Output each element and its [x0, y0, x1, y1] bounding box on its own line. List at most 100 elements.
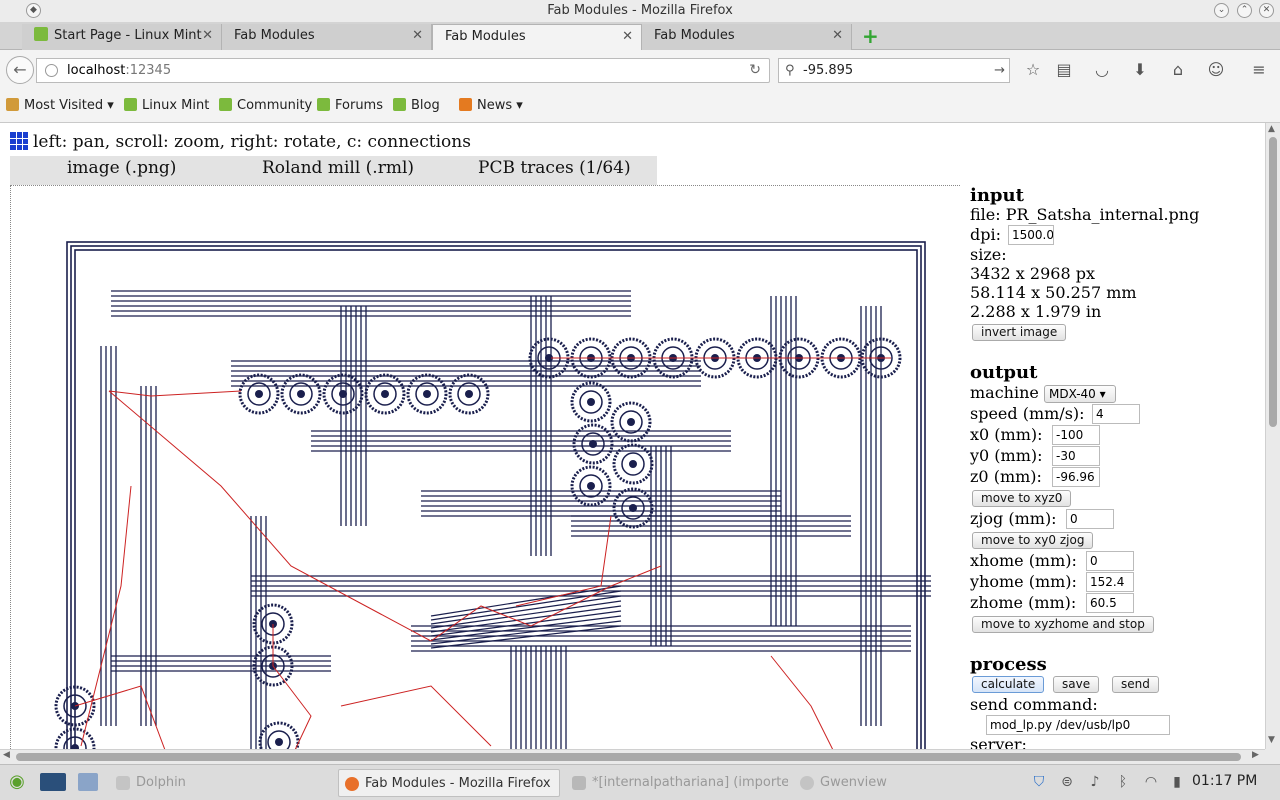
tab-close-icon[interactable]: ✕ [832, 24, 843, 48]
show-desktop-icon[interactable] [40, 773, 66, 791]
horizontal-scroll-thumb[interactable] [16, 753, 1241, 761]
module-menu: image (.png) Roland mill (.rml) PCB trac… [10, 156, 657, 185]
move-to-xyz0-button[interactable]: move to xyz0 [972, 490, 1072, 507]
dpi-input[interactable]: 1500.0 [1008, 225, 1054, 245]
back-icon[interactable]: ← [6, 56, 34, 84]
grid-menu-icon[interactable] [10, 132, 28, 150]
home-icon[interactable]: ⌂ [1168, 60, 1188, 80]
pcb-toolpath-canvas[interactable] [10, 185, 960, 749]
bookmark-community[interactable]: Community [219, 98, 312, 114]
reading-list-icon[interactable]: ▤ [1054, 60, 1074, 80]
bookmark-linux-mint[interactable]: Linux Mint [124, 98, 209, 114]
mint-menu-icon[interactable]: ◉ [8, 773, 26, 791]
zhome-input[interactable]: 60.5 [1086, 593, 1134, 613]
tab-close-icon[interactable]: ✕ [202, 24, 213, 48]
bookmark-news[interactable]: News ▾ [459, 98, 523, 114]
controls-hint: left: pan, scroll: zoom, right: rotate, … [10, 132, 471, 152]
scroll-down-icon[interactable]: ▼ [1268, 735, 1275, 745]
bluetooth-icon[interactable]: ᛒ [1114, 773, 1132, 791]
linux-mint-icon [219, 98, 232, 111]
url-bar[interactable]: localhost:12345 ↻ [36, 58, 770, 83]
battery-icon[interactable]: ▮ [1168, 773, 1186, 791]
size-px: 3432 x 2968 px [970, 264, 1095, 283]
vertical-scrollbar[interactable]: ▲ ▼ [1265, 123, 1280, 749]
tab-start-page[interactable]: Start Page - Linux Mint ✕ [22, 24, 222, 50]
pocket-icon[interactable]: ◡ [1092, 60, 1112, 80]
minimize-icon[interactable]: ⌄ [1214, 3, 1229, 18]
y0-input[interactable]: -30 [1052, 446, 1100, 466]
bookmark-forums[interactable]: Forums [317, 98, 383, 114]
pcb-pad-hole [587, 482, 595, 490]
z0-input[interactable]: -96.96 [1052, 467, 1100, 487]
wifi-icon[interactable]: ◠ [1142, 773, 1160, 791]
yhome-label: yhome (mm): [970, 572, 1077, 591]
taskbar-item-firefox[interactable]: Fab Modules - Mozilla Firefox [338, 769, 560, 797]
invert-image-button[interactable]: invert image [972, 324, 1067, 341]
shield-icon[interactable]: ⛉ [1030, 773, 1048, 791]
taskbar: ◉ Dolphin Fab Modules - Mozilla Firefox … [0, 764, 1280, 800]
network-icon[interactable]: ⊜ [1058, 773, 1076, 791]
x0-input[interactable]: -100 [1052, 425, 1100, 445]
server-label: server: [970, 735, 1027, 749]
move-to-xyzhome-button[interactable]: move to xyzhome and stop [972, 616, 1154, 633]
pcb-pad-hole [275, 738, 283, 746]
tab-fab-modules-3[interactable]: Fab Modules ✕ [642, 24, 852, 50]
calculate-button[interactable]: calculate [972, 676, 1045, 693]
hamburger-menu-icon[interactable]: ≡ [1249, 60, 1269, 80]
pcb-pad-hole [297, 390, 305, 398]
speed-input[interactable]: 4 [1092, 404, 1140, 424]
menu-image-png[interactable]: image (.png) [67, 158, 176, 178]
maximize-icon[interactable]: ⌃ [1237, 3, 1252, 18]
move-to-xy0-zjog-button[interactable]: move to xy0 zjog [972, 532, 1094, 549]
tab-close-icon[interactable]: ✕ [622, 25, 633, 49]
xhome-input[interactable]: 0 [1086, 551, 1134, 571]
volume-icon[interactable]: ♪ [1086, 773, 1104, 791]
bookmark-star-icon[interactable]: ☆ [1023, 60, 1043, 80]
scroll-right-icon[interactable]: ▶ [1252, 750, 1259, 760]
board-outline [70, 245, 922, 749]
window-menu-icon[interactable]: ◆ [26, 3, 41, 18]
linux-mint-icon [124, 98, 137, 111]
file-manager-icon[interactable] [78, 773, 98, 791]
tab-fab-modules-active[interactable]: Fab Modules ✕ [432, 24, 642, 50]
pcb-pad-hole [423, 390, 431, 398]
chat-icon[interactable]: ☺ [1206, 60, 1226, 80]
inkscape-icon [572, 776, 586, 790]
tab-close-icon[interactable]: ✕ [412, 24, 423, 48]
taskbar-item-dolphin[interactable]: Dolphin [110, 769, 330, 797]
z0-label: z0 (mm): [970, 467, 1042, 486]
new-tab-icon[interactable]: + [862, 25, 879, 47]
save-button[interactable]: save [1053, 676, 1100, 693]
menu-pcb-traces[interactable]: PCB traces (1/64) [478, 158, 631, 178]
send-button[interactable]: send [1112, 676, 1159, 693]
bookmark-most-visited[interactable]: Most Visited ▾ [6, 98, 114, 114]
search-go-icon[interactable]: → [994, 59, 1005, 82]
machine-select[interactable]: MDX-40 ▾ [1044, 385, 1116, 403]
search-input[interactable]: ⚲ -95.895 → [778, 58, 1010, 83]
size-label: size: [970, 245, 1007, 264]
scroll-left-icon[interactable]: ◀ [3, 750, 10, 760]
taskbar-item-inkscape[interactable]: *[internalpathariana] (imported) [566, 769, 788, 797]
pcb-toolpath-svg [54, 241, 931, 749]
close-icon[interactable]: ✕ [1259, 3, 1274, 18]
horizontal-scrollbar[interactable]: ◀ ▶ [0, 749, 1265, 764]
send-command-input[interactable]: mod_lp.py /dev/usb/lp0 [986, 715, 1170, 735]
tab-fab-modules-1[interactable]: Fab Modules ✕ [222, 24, 432, 50]
site-info-icon[interactable] [45, 64, 58, 77]
zjog-input[interactable]: 0 [1066, 509, 1114, 529]
yhome-input[interactable]: 152.4 [1086, 572, 1134, 592]
pcb-pad-hole [627, 418, 635, 426]
vertical-scroll-thumb[interactable] [1269, 137, 1277, 427]
scroll-up-icon[interactable]: ▲ [1268, 124, 1275, 134]
dpi-label: dpi: [970, 225, 1001, 244]
toolpath-connection [770, 655, 834, 749]
window-title: Fab Modules - Mozilla Firefox [547, 3, 733, 18]
scroll-corner [1265, 749, 1280, 764]
toolpath-connection [340, 685, 492, 747]
bookmark-blog[interactable]: Blog [393, 98, 440, 114]
reload-icon[interactable]: ↻ [749, 59, 761, 82]
input-heading: input [970, 185, 1024, 206]
menu-roland-mill[interactable]: Roland mill (.rml) [262, 158, 414, 178]
taskbar-item-gwenview[interactable]: Gwenview [794, 769, 994, 797]
downloads-icon[interactable]: ⬇ [1130, 60, 1150, 80]
